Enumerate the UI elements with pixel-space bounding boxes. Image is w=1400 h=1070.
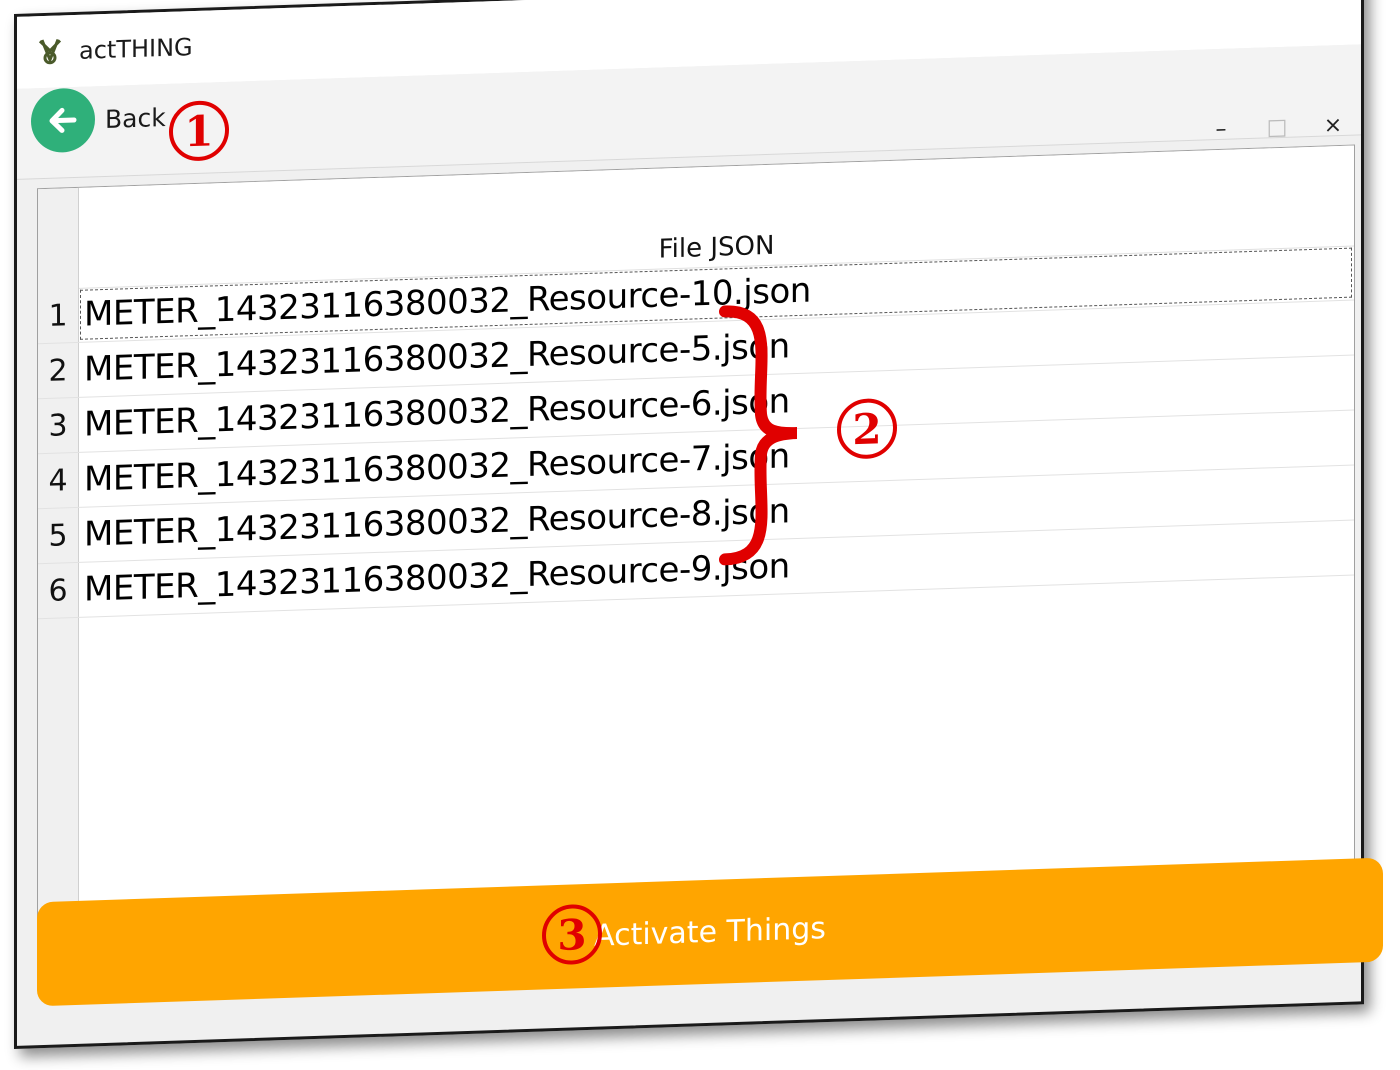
minimize-button[interactable]: – <box>1193 108 1249 150</box>
row-number: 2 <box>48 352 68 389</box>
row-number: 5 <box>48 517 68 554</box>
annotation-number: 3 <box>557 909 587 960</box>
back-arrow-icon <box>31 87 95 154</box>
annotation-number: 2 <box>852 403 882 454</box>
activate-things-label: Activate Things <box>594 910 826 954</box>
annotation-number: 1 <box>184 105 214 156</box>
file-grid: File JSON 1 METER_14323116380032_Resourc… <box>37 144 1355 959</box>
close-button[interactable]: × <box>1305 104 1361 146</box>
window-controls: – □ × <box>1193 104 1361 150</box>
back-label: Back <box>105 102 166 134</box>
back-button[interactable]: Back <box>31 86 166 154</box>
app-window: actTHING Back – □ × File JSON 1 METER_14… <box>14 0 1383 1049</box>
grid-rows: 1 METER_14323116380032_Resource-10.json … <box>38 245 1354 620</box>
row-number: 1 <box>48 297 68 334</box>
row-number: 4 <box>48 462 68 499</box>
app-logo-icon <box>37 38 63 65</box>
annotation-brace <box>717 303 807 570</box>
maximize-button[interactable]: □ <box>1249 106 1305 148</box>
screenshot-stage: actTHING Back – □ × File JSON 1 METER_14… <box>0 0 1400 1070</box>
row-number: 6 <box>48 572 68 609</box>
row-number: 3 <box>48 407 68 444</box>
window-title: actTHING <box>79 33 193 65</box>
